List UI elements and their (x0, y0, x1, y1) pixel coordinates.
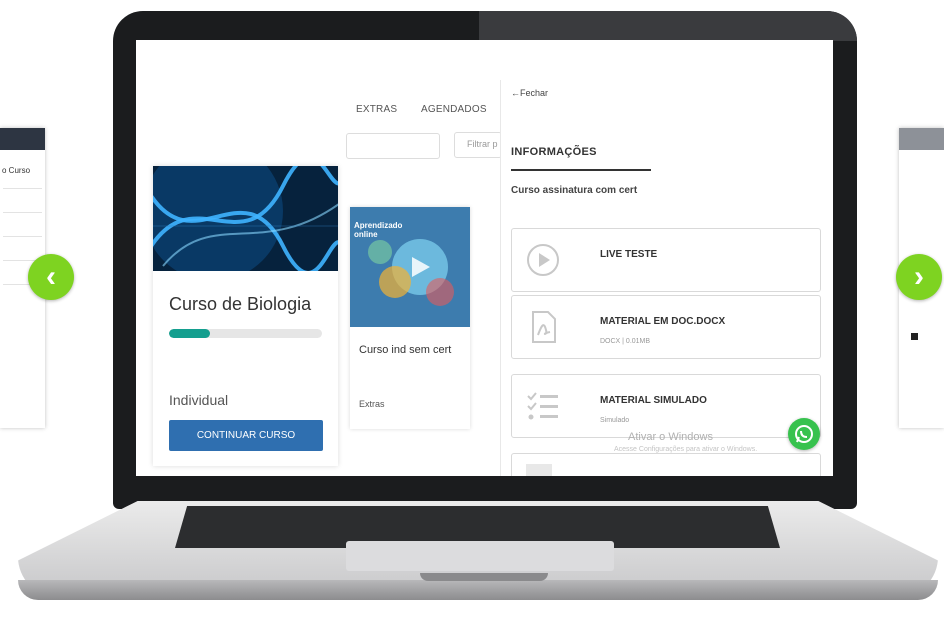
course-card[interactable]: Aprendizado online Curso ind sem cert Ex… (350, 207, 470, 429)
continue-course-button[interactable]: CONTINUAR CURSO (169, 420, 323, 451)
course-category: Extras (359, 399, 385, 409)
heading-underline (511, 169, 651, 171)
filter-input[interactable]: Filtrar p (454, 132, 502, 158)
course-type: Individual (169, 392, 229, 408)
close-label: Fechar (520, 88, 549, 98)
carousel-next-button[interactable]: › (896, 254, 942, 300)
panel-heading: INFORMAÇÕES (511, 146, 597, 158)
panel-subtitle: Curso assinatura com cert (511, 185, 638, 196)
progress-fill (169, 329, 211, 338)
item-meta: Simulado (600, 417, 630, 424)
close-panel-link[interactable]: ←Fechar (511, 88, 548, 98)
chevron-right-icon: › (914, 260, 924, 293)
square-icon (911, 333, 918, 340)
divider (3, 212, 42, 213)
laptop-trackpad (346, 541, 614, 571)
content-item[interactable]: LIVE TESTE (511, 228, 821, 292)
info-panel: ←Fechar INFORMAÇÕES Curso assinatura com… (500, 80, 833, 476)
item-title: MATERIAL SIMULADO (600, 395, 707, 406)
checklist-icon (527, 392, 558, 420)
carousel-prev-button[interactable]: ‹ (28, 254, 74, 300)
course-card[interactable]: Curso de Biologia Individual CONTINUAR C… (153, 166, 338, 466)
item-meta: DOCX | 0.01MB (600, 338, 651, 345)
item-title: MATERIAL EM DOC.DOCX (600, 316, 726, 327)
lid-reflection (479, 11, 857, 41)
content-item[interactable]: MATERIAL SIMULADO Simulado (511, 374, 821, 438)
item-title: LIVE TESTE (600, 249, 658, 260)
pdf-file-icon (532, 311, 556, 343)
play-icon (527, 244, 559, 276)
divider (3, 188, 42, 189)
content-item[interactable] (511, 453, 821, 476)
search-box[interactable] (346, 133, 440, 159)
whatsapp-button[interactable] (788, 418, 820, 450)
divider (3, 236, 42, 237)
laptop-notch (420, 573, 548, 581)
tab-agendados[interactable]: AGENDADOS (421, 104, 487, 115)
dna-image (153, 166, 338, 271)
laptop-screen: EXTRAS AGENDADOS Filtrar p Curso de Biol… (136, 40, 833, 476)
tab-extras[interactable]: EXTRAS (356, 104, 397, 115)
arrow-left-icon: ← (511, 88, 520, 98)
whatsapp-icon (795, 425, 813, 443)
windows-activation-watermark: Ativar o Windows (628, 431, 713, 443)
windows-activation-hint: Acesse Configurações para ativar o Windo… (614, 446, 758, 453)
laptop-front-edge (18, 580, 938, 600)
content-item[interactable]: MATERIAL EM DOC.DOCX DOCX | 0.01MB (511, 295, 821, 359)
course-title: Curso de Biologia (169, 294, 312, 314)
left-preview-text: o Curso (2, 166, 31, 175)
file-icon (526, 464, 552, 476)
online-learning-image: Aprendizado online (350, 207, 470, 327)
right-preview-header (899, 128, 944, 150)
left-preview-header (0, 128, 45, 150)
course-progress-bar (169, 329, 322, 338)
course-badge: Aprendizado online (354, 221, 403, 239)
chevron-left-icon: ‹ (46, 260, 56, 293)
course-title: Curso ind sem cert (359, 344, 452, 356)
